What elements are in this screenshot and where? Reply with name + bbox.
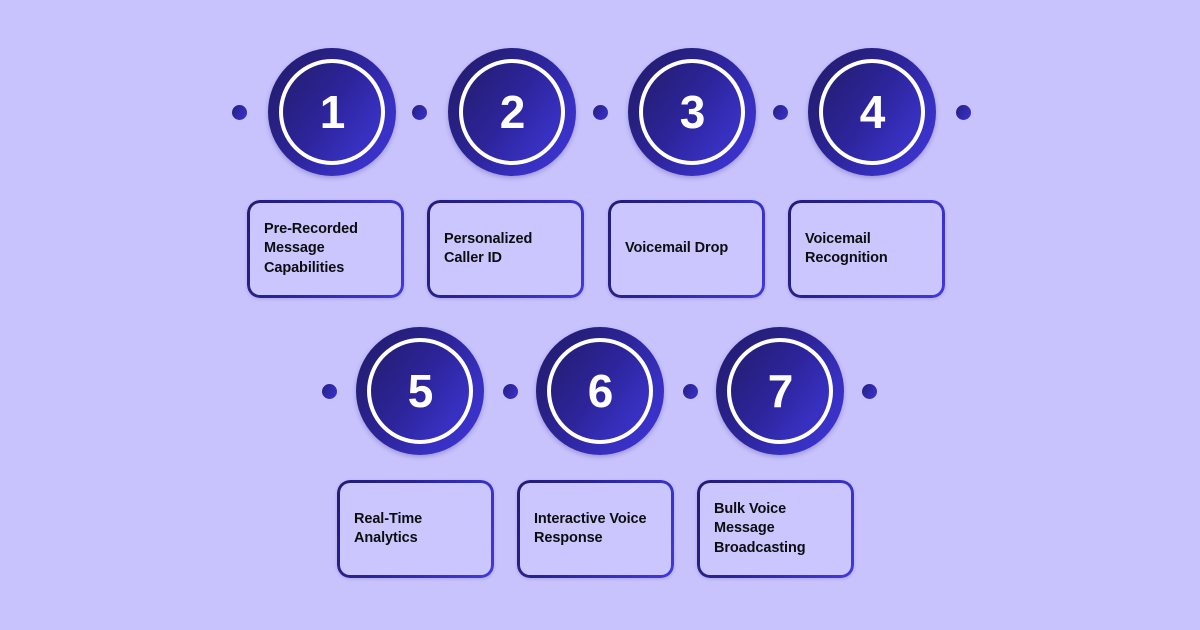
infographic-canvas: 1 2 3 4 Pre-Recorded Message Capabilitie… xyxy=(0,0,1200,630)
step-circle-5[interactable]: 5 xyxy=(356,327,484,455)
step-number-4: 4 xyxy=(859,86,886,138)
step-label-1: Pre-Recorded Message Capabilities xyxy=(264,221,358,276)
step-label-2: Personalized Caller ID xyxy=(444,230,533,266)
step-label-4: Voicemail Recognition xyxy=(805,230,888,266)
connector-dot xyxy=(956,105,971,120)
connector-dot xyxy=(503,384,518,399)
step-label-6: Interactive Voice Response xyxy=(534,510,647,546)
step-circle-2[interactable]: 2 xyxy=(448,48,576,176)
step-label-7: Bulk Voice Message Broadcasting xyxy=(714,501,806,556)
step-circle-7[interactable]: 7 xyxy=(716,327,844,455)
step-number-7: 7 xyxy=(767,365,794,417)
step-label-box-2[interactable]: Personalized Caller ID xyxy=(427,200,584,298)
connector-dot xyxy=(593,105,608,120)
step-label-box-1[interactable]: Pre-Recorded Message Capabilities xyxy=(247,200,404,298)
step-circle-1[interactable]: 1 xyxy=(268,48,396,176)
step-number-6: 6 xyxy=(587,365,614,417)
connector-dot xyxy=(232,105,247,120)
step-label-5: Real-Time Analytics xyxy=(354,510,423,546)
step-circle-6[interactable]: 6 xyxy=(536,327,664,455)
step-label-box-5[interactable]: Real-Time Analytics xyxy=(337,480,494,578)
step-circle-4[interactable]: 4 xyxy=(808,48,936,176)
step-label-box-4[interactable]: Voicemail Recognition xyxy=(788,200,945,298)
step-label-box-3[interactable]: Voicemail Drop xyxy=(608,200,765,298)
connector-dot xyxy=(773,105,788,120)
step-label-box-7[interactable]: Bulk Voice Message Broadcasting xyxy=(697,480,854,578)
connector-dot xyxy=(862,384,877,399)
step-number-5: 5 xyxy=(407,365,434,417)
step-number-3: 3 xyxy=(679,86,706,138)
step-label-3: Voicemail Drop xyxy=(625,240,729,257)
step-circle-3[interactable]: 3 xyxy=(628,48,756,176)
connector-dot xyxy=(412,105,427,120)
step-number-1: 1 xyxy=(319,86,346,138)
connector-dot xyxy=(683,384,698,399)
step-label-box-6[interactable]: Interactive Voice Response xyxy=(517,480,674,578)
connector-dot xyxy=(322,384,337,399)
step-number-2: 2 xyxy=(499,86,526,138)
